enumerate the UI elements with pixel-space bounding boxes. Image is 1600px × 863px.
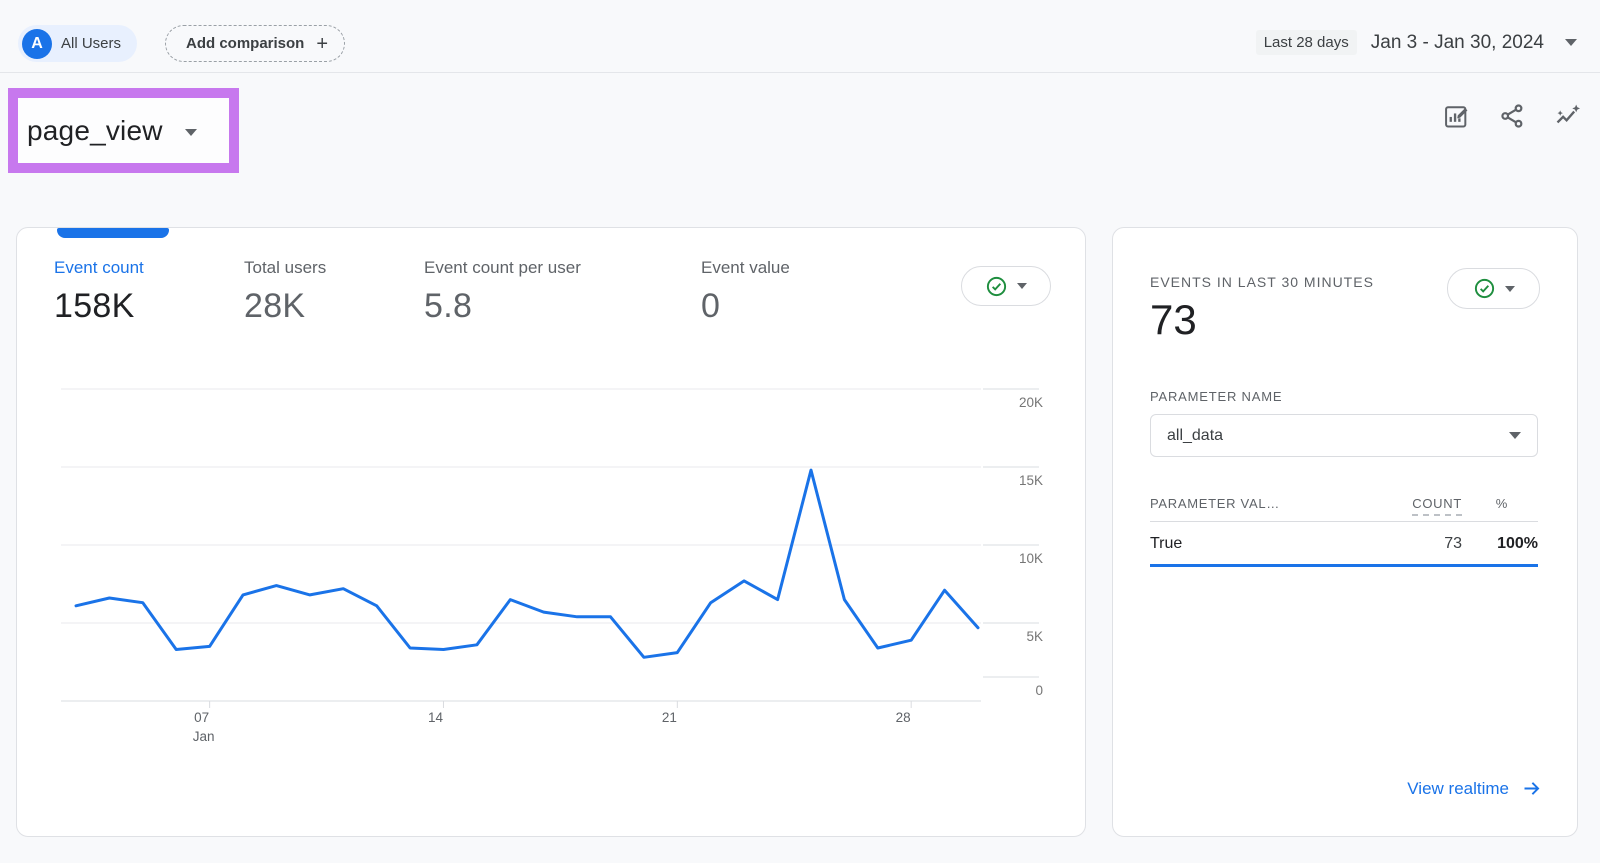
check-circle-icon	[985, 275, 1008, 298]
parameter-value-cell: True	[1150, 535, 1362, 553]
percent-cell: 100%	[1462, 535, 1538, 553]
view-realtime-label: View realtime	[1407, 779, 1509, 799]
audience-chip-all-users[interactable]: A All Users	[18, 25, 137, 62]
realtime-events-card: EVENTS IN LAST 30 MINUTES 73 PARAMETER N…	[1112, 227, 1578, 837]
add-comparison-button[interactable]: Add comparison +	[165, 25, 345, 62]
chevron-down-icon	[1505, 286, 1515, 292]
metric-label: Event count per user	[424, 258, 581, 278]
metric-label: Event count	[54, 258, 144, 278]
event-selector-value: page_view	[27, 115, 163, 147]
chevron-down-icon	[1017, 283, 1027, 289]
realtime-event-count: 73	[1150, 296, 1197, 344]
event-selector-highlight-annotation: page_view	[8, 88, 239, 173]
event-selector-dropdown[interactable]: page_view	[18, 98, 229, 163]
date-range-text: Jan 3 - Jan 30, 2024	[1371, 32, 1544, 54]
parameter-name-select[interactable]: all_data	[1150, 414, 1538, 457]
parameter-name-value: all_data	[1167, 427, 1223, 445]
date-preset-badge: Last 28 days	[1256, 30, 1357, 55]
y-axis-label: 0	[1035, 683, 1043, 698]
metric-event-value[interactable]: Event value 0	[701, 258, 790, 326]
parameter-value-table: PARAMETER VAL… COUNT % True 73 100%	[1150, 496, 1538, 567]
view-realtime-link[interactable]: View realtime	[1407, 778, 1542, 799]
x-axis-label: 21	[662, 710, 677, 725]
metric-event-count[interactable]: Event count 158K	[54, 258, 144, 326]
column-header-count[interactable]: COUNT	[1362, 496, 1462, 511]
report-toolbar	[1441, 101, 1583, 131]
data-quality-dropdown[interactable]	[961, 266, 1051, 306]
customize-report-icon[interactable]	[1441, 101, 1471, 131]
add-comparison-label: Add comparison	[186, 35, 304, 52]
y-axis-label: 10K	[1019, 551, 1043, 566]
event-count-chart: 20K 15K 10K 5K 0 07 Jan 14 21 28	[31, 383, 1071, 763]
metric-total-users[interactable]: Total users 28K	[244, 258, 326, 326]
chevron-down-icon	[1565, 39, 1577, 46]
realtime-card-title: EVENTS IN LAST 30 MINUTES	[1150, 274, 1374, 290]
percent-bar	[1150, 564, 1538, 567]
audience-avatar: A	[22, 29, 52, 59]
x-axis-label: 28	[896, 710, 911, 725]
ga4-event-report-page: A All Users Add comparison + Last 28 day…	[0, 0, 1600, 863]
y-axis-label: 20K	[1019, 395, 1043, 410]
header-divider	[0, 72, 1600, 73]
x-axis-sublabel: Jan	[193, 729, 215, 744]
column-header-percent: %	[1462, 496, 1538, 511]
column-header-parameter-value: PARAMETER VAL…	[1150, 496, 1362, 511]
x-axis-label: 07	[194, 710, 209, 725]
metric-value: 158K	[54, 287, 144, 326]
y-axis-label: 5K	[1026, 629, 1043, 644]
metric-value: 0	[701, 287, 790, 326]
share-icon[interactable]	[1497, 101, 1527, 131]
parameter-name-label: PARAMETER NAME	[1150, 389, 1282, 404]
active-metric-tab-indicator	[57, 228, 169, 238]
table-row: True 73 100%	[1150, 522, 1538, 564]
chevron-down-icon	[1509, 432, 1521, 439]
metric-event-count-per-user[interactable]: Event count per user 5.8	[424, 258, 581, 326]
check-circle-icon	[1473, 277, 1496, 300]
chevron-down-icon	[185, 129, 197, 136]
date-range-picker[interactable]: Last 28 days Jan 3 - Jan 30, 2024	[1256, 30, 1577, 55]
metric-value: 5.8	[424, 287, 581, 326]
table-header-row: PARAMETER VAL… COUNT %	[1150, 496, 1538, 522]
event-metrics-card: Event count 158K Total users 28K Event c…	[16, 227, 1086, 837]
metric-label: Total users	[244, 258, 326, 278]
data-quality-dropdown[interactable]	[1447, 268, 1540, 309]
chart-line-event-count	[76, 470, 978, 657]
y-axis-label: 15K	[1019, 473, 1043, 488]
metric-label: Event value	[701, 258, 790, 278]
x-axis-label: 14	[428, 710, 444, 725]
insights-icon[interactable]	[1553, 101, 1583, 131]
count-cell: 73	[1362, 535, 1462, 553]
plus-icon: +	[316, 34, 328, 54]
audience-chip-label: All Users	[61, 35, 121, 52]
arrow-right-icon	[1521, 778, 1542, 799]
metric-value: 28K	[244, 287, 326, 326]
